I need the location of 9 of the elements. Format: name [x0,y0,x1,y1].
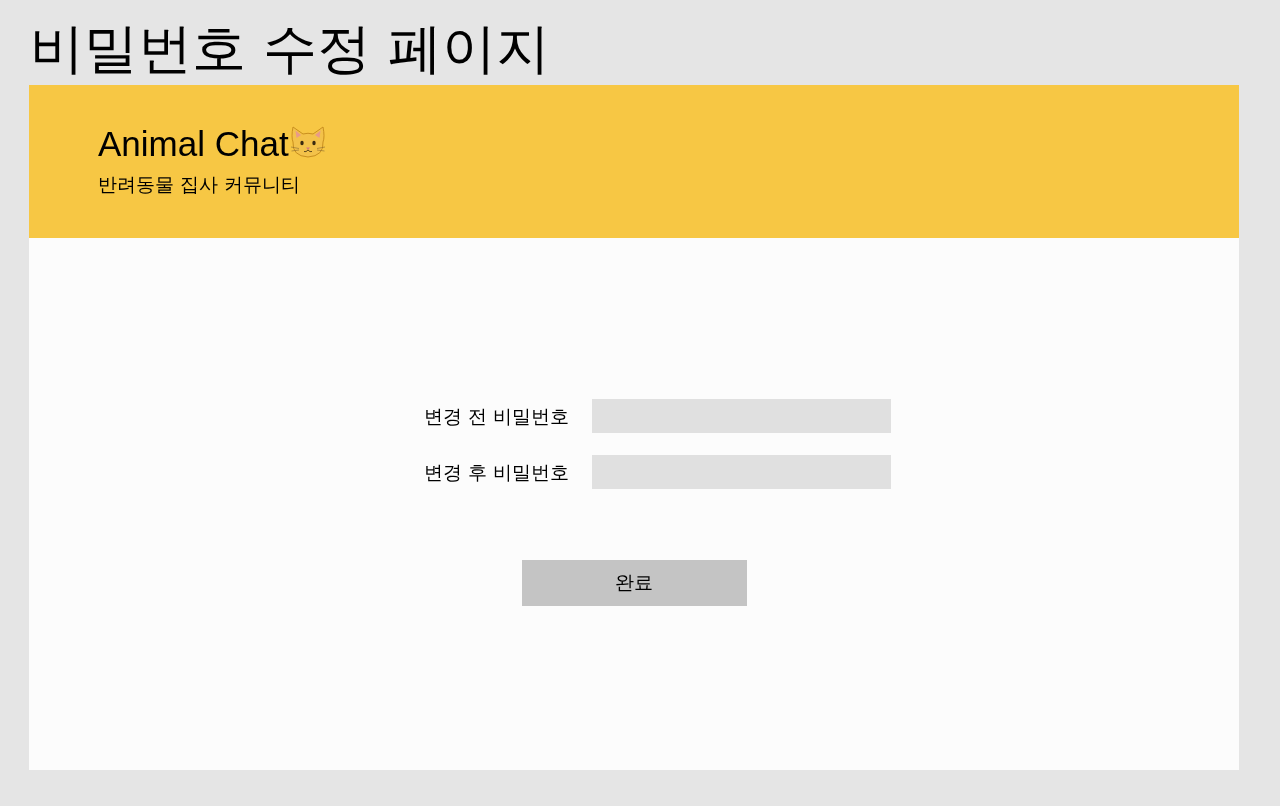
field-label: 변경 후 비밀번호 [423,460,570,484]
cat-face-icon [289,125,326,159]
submit-button[interactable]: 완료 [521,560,747,606]
password-field[interactable] [591,455,891,489]
field-label: 변경 전 비밀번호 [423,404,570,428]
password-field[interactable] [591,399,891,433]
logo-text: Animal Chat [98,123,289,165]
tagline-text: 반려동물 집사 커뮤니티 [98,172,301,196]
page-title: 비밀번호 수정 페이지 [29,16,551,82]
